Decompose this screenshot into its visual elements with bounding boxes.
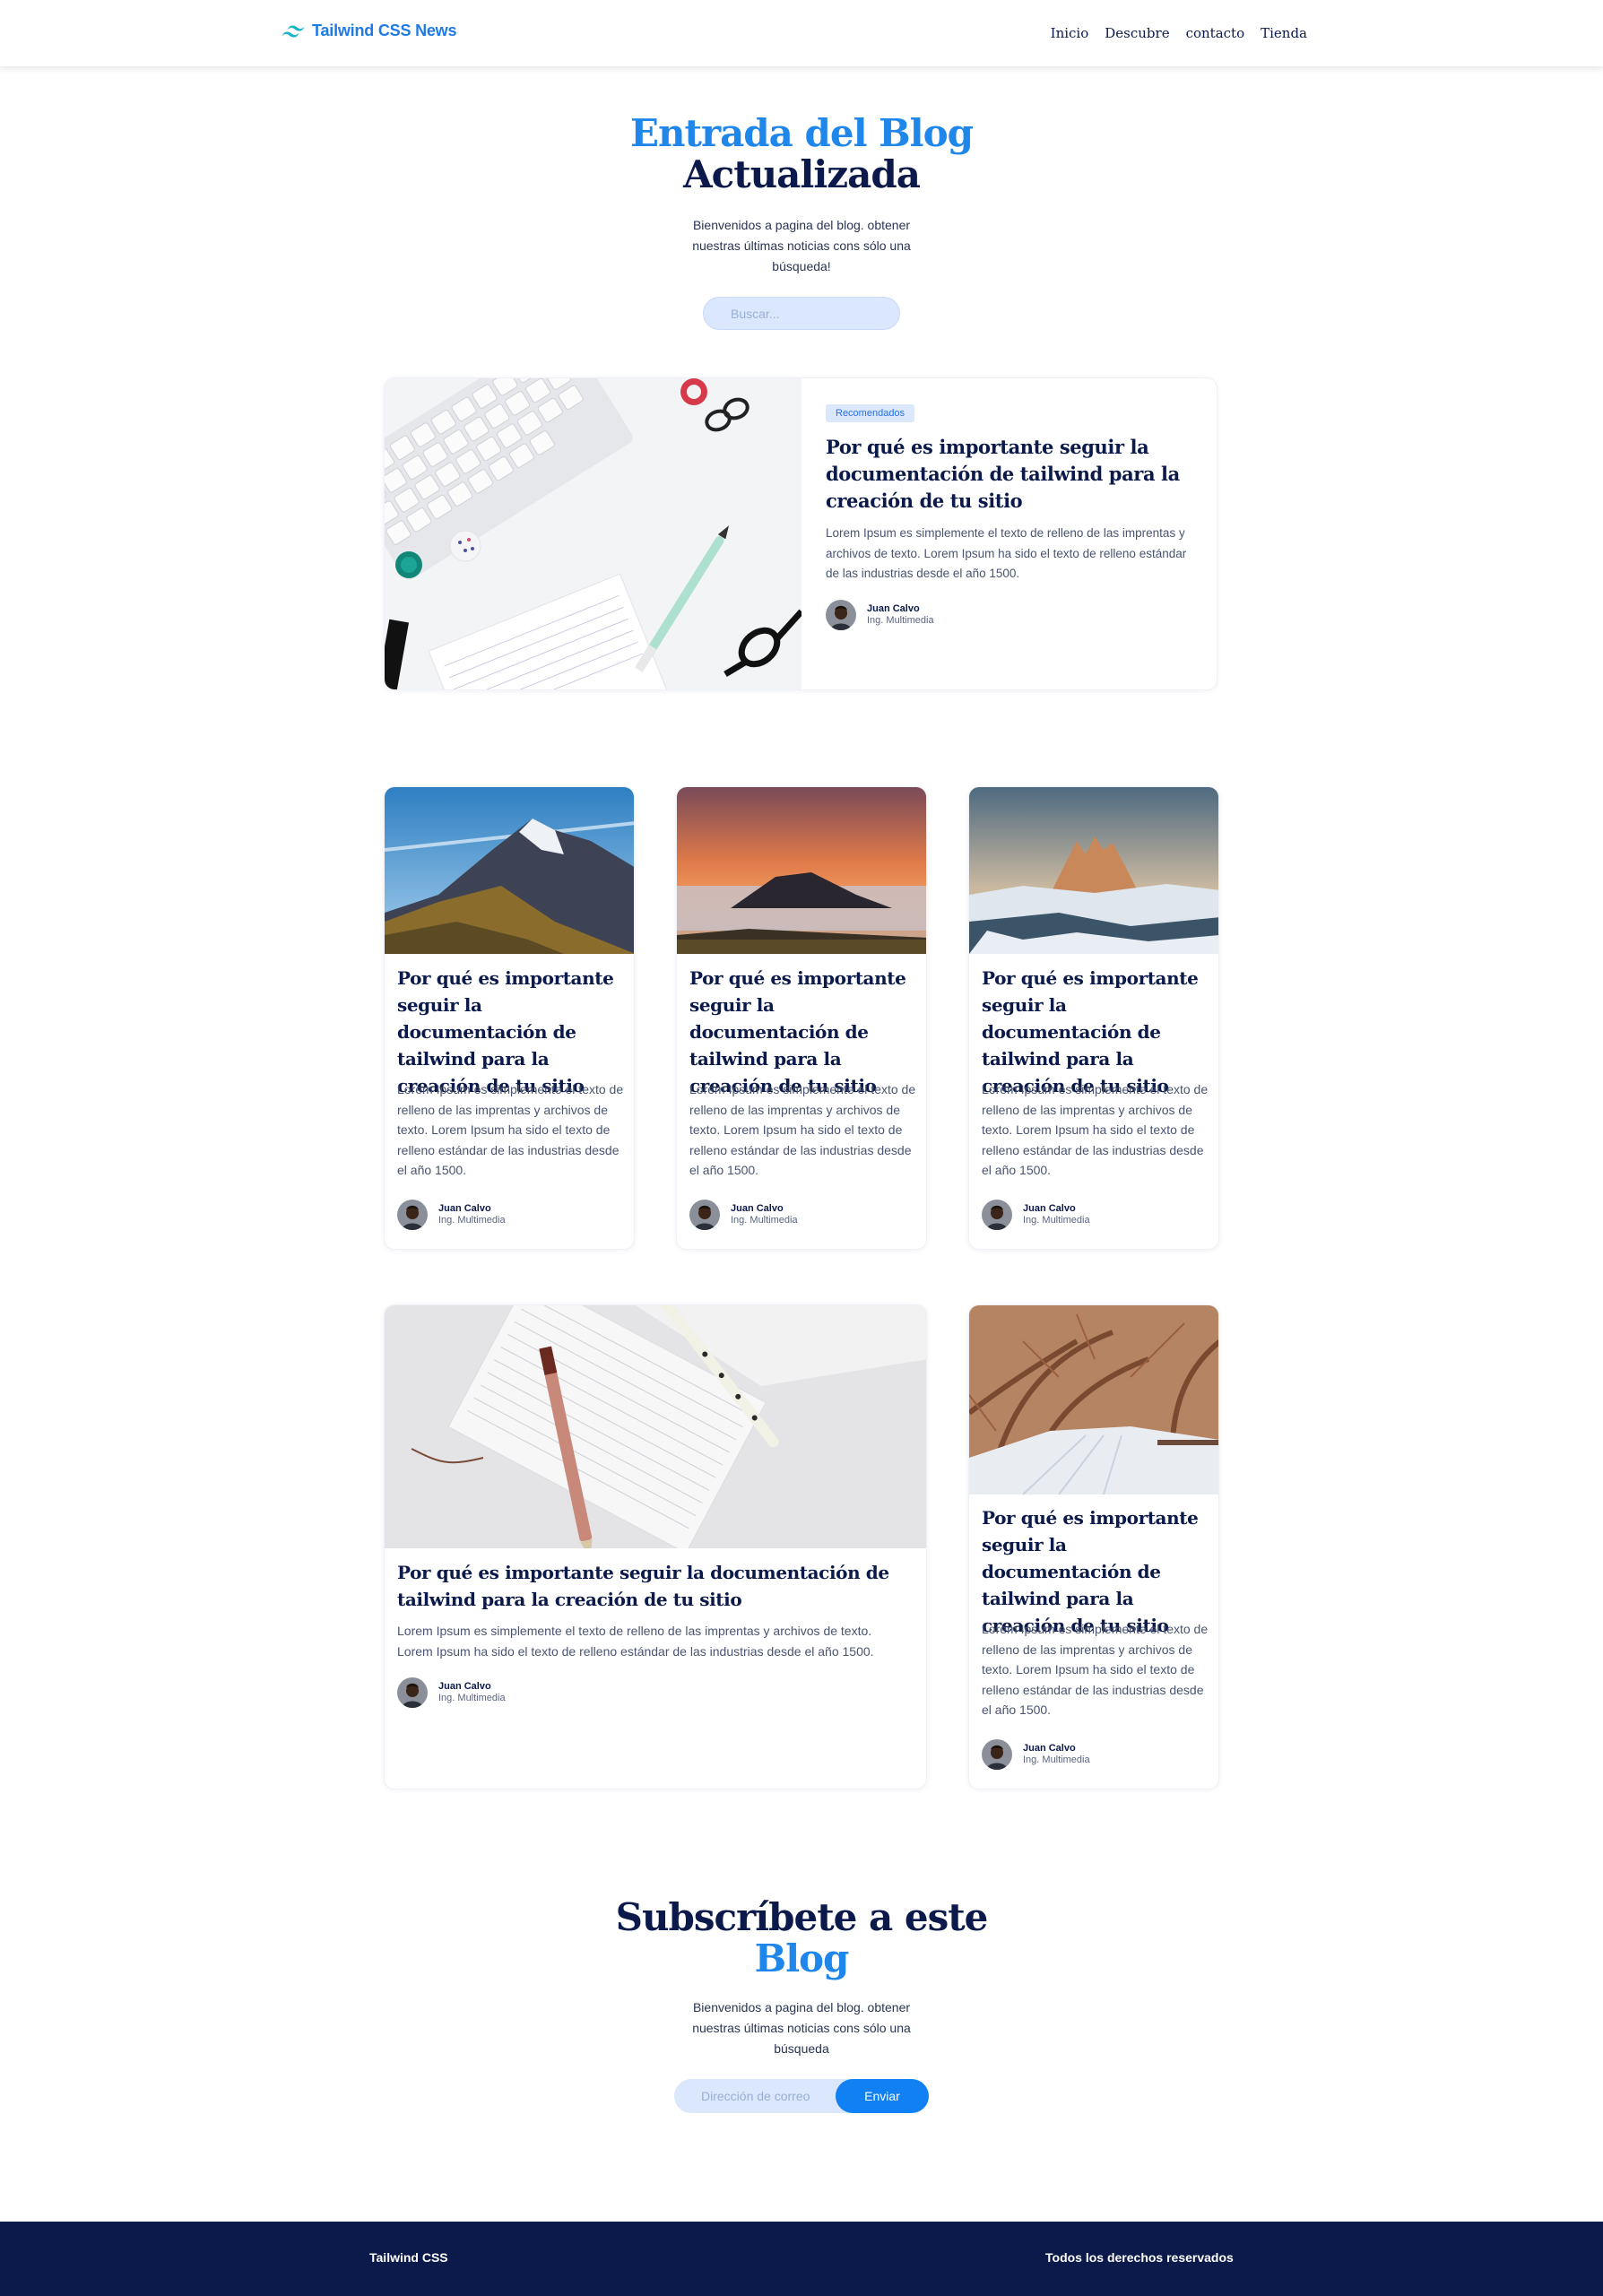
email-field[interactable]	[674, 2079, 853, 2113]
post-card[interactable]: Por qué es importante seguir la document…	[384, 786, 635, 1250]
footer: Tailwind CSS Todos los derechos reservad…	[0, 2222, 1603, 2296]
sunset-mountain-image	[677, 787, 926, 954]
tailwind-logo-icon	[282, 24, 305, 38]
search-input[interactable]	[703, 297, 900, 330]
nav-link-descubre[interactable]: Descubre	[1105, 25, 1169, 41]
author-role: Ing. Multimedia	[438, 1693, 506, 1703]
winter-trees-image	[969, 1305, 1218, 1495]
avatar	[397, 1677, 428, 1708]
subscribe-text: Bienvenidos a pagina del blog. obtener n…	[692, 2000, 911, 2056]
post-card-wide[interactable]: Por qué es importante seguir la document…	[384, 1304, 927, 1789]
author-name: Juan Calvo	[731, 1203, 784, 1214]
post-title[interactable]: Por qué es importante seguir la document…	[397, 1559, 899, 1613]
post-excerpt: Lorem Ipsum es simplemente el texto de r…	[397, 1082, 624, 1177]
brand-name: Tailwind CSS News	[312, 22, 457, 39]
subscribe-title-dark: Subscríbete a este	[615, 1895, 989, 1939]
post-excerpt: Lorem Ipsum es simplemente el texto de r…	[982, 1622, 1209, 1717]
post-author[interactable]: Juan Calvo Ing. Multimedia	[689, 1200, 798, 1230]
top-navbar: Tailwind CSS News Inicio Descubre contac…	[0, 0, 1603, 66]
snowy-peaks-image	[969, 787, 1218, 954]
post-author[interactable]: Juan Calvo Ing. Multimedia	[397, 1200, 506, 1230]
subscribe-title-accent: Blog	[754, 1936, 850, 1980]
footer-brand: Tailwind CSS	[369, 2250, 448, 2265]
author-name: Juan Calvo	[438, 1681, 491, 1692]
page-title: Entrada del Blog Actualizada	[0, 113, 1603, 195]
featured-post-excerpt: Lorem Ipsum es simplemente el texto de r…	[826, 526, 1187, 580]
desk-flatlay-image	[385, 378, 802, 689]
footer-copyright: Todos los derechos reservados	[1045, 2250, 1234, 2265]
post-author[interactable]: Juan Calvo Ing. Multimedia	[397, 1677, 506, 1708]
main-nav: Inicio Descubre contacto Tienda	[1051, 25, 1307, 41]
subscribe-title: Subscríbete a este Blog	[0, 1897, 1603, 1980]
author-name: Juan Calvo	[867, 603, 920, 614]
author-role: Ing. Multimedia	[1023, 1754, 1090, 1765]
author-name: Juan Calvo	[1023, 1203, 1076, 1214]
author-name: Juan Calvo	[1023, 1743, 1076, 1754]
avatar	[982, 1200, 1012, 1230]
author-role: Ing. Multimedia	[438, 1215, 506, 1226]
hero-subtitle: Bienvenidos a pagina del blog. obtener n…	[692, 218, 911, 273]
featured-post-card[interactable]: Recomendados Por qué es importante segui…	[384, 377, 1217, 690]
notebook-pens-image	[385, 1305, 926, 1548]
nav-link-contacto[interactable]: contacto	[1186, 25, 1245, 41]
post-card[interactable]: Por qué es importante seguir la document…	[676, 786, 927, 1250]
avatar	[826, 600, 856, 630]
post-card[interactable]: Por qué es importante seguir la document…	[968, 1304, 1219, 1789]
brand-logo[interactable]: Tailwind CSS News	[282, 22, 457, 40]
author-role: Ing. Multimedia	[731, 1215, 798, 1226]
page-title-dark: Actualizada	[683, 152, 921, 196]
featured-post-title[interactable]: Por qué es importante seguir la document…	[826, 434, 1193, 515]
send-button[interactable]: Enviar	[836, 2079, 929, 2113]
post-card[interactable]: Por qué es importante seguir la document…	[968, 786, 1219, 1250]
author-role: Ing. Multimedia	[1023, 1215, 1090, 1226]
post-excerpt: Lorem Ipsum es simplemente el texto de r…	[982, 1082, 1209, 1177]
avatar	[397, 1200, 428, 1230]
author-name: Juan Calvo	[438, 1203, 491, 1214]
page-title-accent: Entrada del Blog	[630, 111, 974, 155]
nav-link-tienda[interactable]: Tienda	[1261, 25, 1307, 41]
subscribe-form: Enviar	[674, 2079, 929, 2113]
recommended-badge: Recomendados	[826, 404, 915, 422]
author-role: Ing. Multimedia	[867, 615, 934, 626]
post-author[interactable]: Juan Calvo Ing. Multimedia	[982, 1200, 1090, 1230]
mountain-peak-image	[385, 787, 634, 954]
featured-post-author[interactable]: Juan Calvo Ing. Multimedia	[826, 600, 934, 630]
avatar	[982, 1739, 1012, 1770]
post-excerpt: Lorem Ipsum es simplemente el texto de r…	[397, 1624, 874, 1659]
avatar	[689, 1200, 720, 1230]
nav-link-inicio[interactable]: Inicio	[1051, 25, 1089, 41]
post-excerpt: Lorem Ipsum es simplemente el texto de r…	[689, 1082, 916, 1177]
post-author[interactable]: Juan Calvo Ing. Multimedia	[982, 1739, 1090, 1770]
